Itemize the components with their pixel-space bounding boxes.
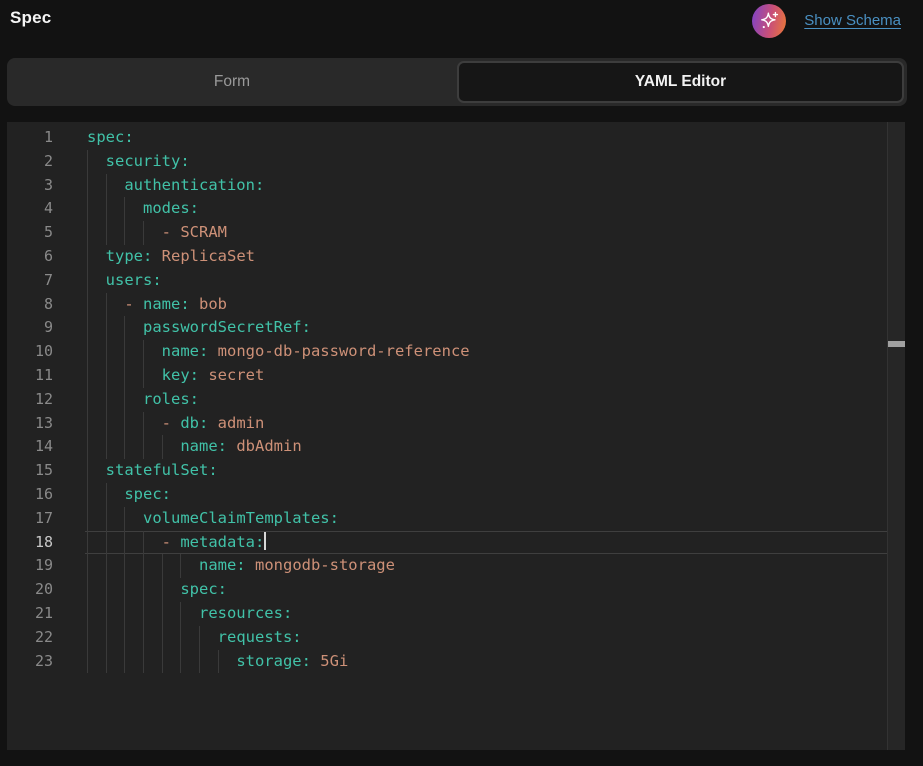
code-line-5[interactable]: 5 - SCRAM xyxy=(7,221,905,245)
code-text: resources: xyxy=(87,602,292,626)
code-text: spec: xyxy=(87,483,171,507)
code-line-3[interactable]: 3 authentication: xyxy=(7,174,905,198)
code-line-15[interactable]: 15 statefulSet: xyxy=(7,459,905,483)
code-line-2[interactable]: 2 security: xyxy=(7,150,905,174)
code-line-7[interactable]: 7 users: xyxy=(7,269,905,293)
code-text: name: dbAdmin xyxy=(87,435,302,459)
line-number: 18 xyxy=(7,531,53,555)
line-number: 10 xyxy=(7,340,53,364)
code-text: security: xyxy=(87,150,190,174)
code-line-1[interactable]: 1 spec: xyxy=(7,126,905,150)
line-number: 4 xyxy=(7,197,53,221)
show-schema-link[interactable]: Show Schema xyxy=(804,12,901,29)
code-text: - SCRAM xyxy=(87,221,227,245)
line-number: 16 xyxy=(7,483,53,507)
code-text: volumeClaimTemplates: xyxy=(87,507,339,531)
code-line-9[interactable]: 9 passwordSecretRef: xyxy=(7,316,905,340)
code-text: - metadata: xyxy=(87,531,266,555)
line-number: 13 xyxy=(7,412,53,436)
code-line-23[interactable]: 23 storage: 5Gi xyxy=(7,650,905,674)
code-text: spec: xyxy=(87,578,227,602)
sparkle-icon xyxy=(758,10,780,32)
code-line-14[interactable]: 14 name: dbAdmin xyxy=(7,435,905,459)
line-number: 23 xyxy=(7,650,53,674)
code-line-11[interactable]: 11 key: secret xyxy=(7,364,905,388)
code-line-19[interactable]: 19 name: mongodb-storage xyxy=(7,554,905,578)
code-text: name: mongo-db-password-reference xyxy=(87,340,470,364)
code-lines: 1spec:2 security:3 authentication:4 mode… xyxy=(7,126,905,673)
code-text: storage: 5Gi xyxy=(87,650,348,674)
line-number: 12 xyxy=(7,388,53,412)
code-text: - name: bob xyxy=(87,293,227,317)
line-number: 2 xyxy=(7,150,53,174)
line-number: 5 xyxy=(7,221,53,245)
line-number: 8 xyxy=(7,293,53,317)
code-line-20[interactable]: 20 spec: xyxy=(7,578,905,602)
code-line-8[interactable]: 8 - name: bob xyxy=(7,293,905,317)
code-text: statefulSet: xyxy=(87,459,218,483)
line-number: 6 xyxy=(7,245,53,269)
overview-ruler-cursor-marker xyxy=(888,341,905,347)
code-text: name: mongodb-storage xyxy=(87,554,395,578)
line-number: 20 xyxy=(7,578,53,602)
text-cursor xyxy=(264,532,266,550)
line-number: 7 xyxy=(7,269,53,293)
code-line-16[interactable]: 16 spec: xyxy=(7,483,905,507)
tab-yaml-editor[interactable]: YAML Editor xyxy=(457,61,904,103)
yaml-editor[interactable]: 1spec:2 security:3 authentication:4 mode… xyxy=(7,122,905,750)
code-text: requests: xyxy=(87,626,302,650)
ai-sparkle-button[interactable] xyxy=(752,4,786,38)
page-title: Spec xyxy=(10,8,51,28)
tab-form[interactable]: Form xyxy=(7,58,457,106)
code-text: spec: xyxy=(87,126,134,150)
code-line-12[interactable]: 12 roles: xyxy=(7,388,905,412)
code-text: passwordSecretRef: xyxy=(87,316,311,340)
header-actions: Show Schema xyxy=(752,0,901,40)
line-number: 9 xyxy=(7,316,53,340)
line-number: 17 xyxy=(7,507,53,531)
line-number: 14 xyxy=(7,435,53,459)
code-line-21[interactable]: 21 resources: xyxy=(7,602,905,626)
editor-mode-tabs: Form YAML Editor xyxy=(7,58,907,106)
line-number: 22 xyxy=(7,626,53,650)
code-line-10[interactable]: 10 name: mongo-db-password-reference xyxy=(7,340,905,364)
code-line-18[interactable]: 18 - metadata: xyxy=(7,531,905,555)
code-text: authentication: xyxy=(87,174,264,198)
code-line-13[interactable]: 13 - db: admin xyxy=(7,412,905,436)
vertical-scrollbar[interactable] xyxy=(887,122,905,750)
code-line-22[interactable]: 22 requests: xyxy=(7,626,905,650)
code-text: key: secret xyxy=(87,364,264,388)
line-number: 19 xyxy=(7,554,53,578)
line-number: 21 xyxy=(7,602,53,626)
code-text: - db: admin xyxy=(87,412,264,436)
code-text: roles: xyxy=(87,388,199,412)
code-text: users: xyxy=(87,269,162,293)
line-number: 15 xyxy=(7,459,53,483)
code-line-4[interactable]: 4 modes: xyxy=(7,197,905,221)
line-number: 11 xyxy=(7,364,53,388)
code-text: type: ReplicaSet xyxy=(87,245,255,269)
code-line-6[interactable]: 6 type: ReplicaSet xyxy=(7,245,905,269)
code-text: modes: xyxy=(87,197,199,221)
line-number: 3 xyxy=(7,174,53,198)
line-number: 1 xyxy=(7,126,53,150)
code-line-17[interactable]: 17 volumeClaimTemplates: xyxy=(7,507,905,531)
